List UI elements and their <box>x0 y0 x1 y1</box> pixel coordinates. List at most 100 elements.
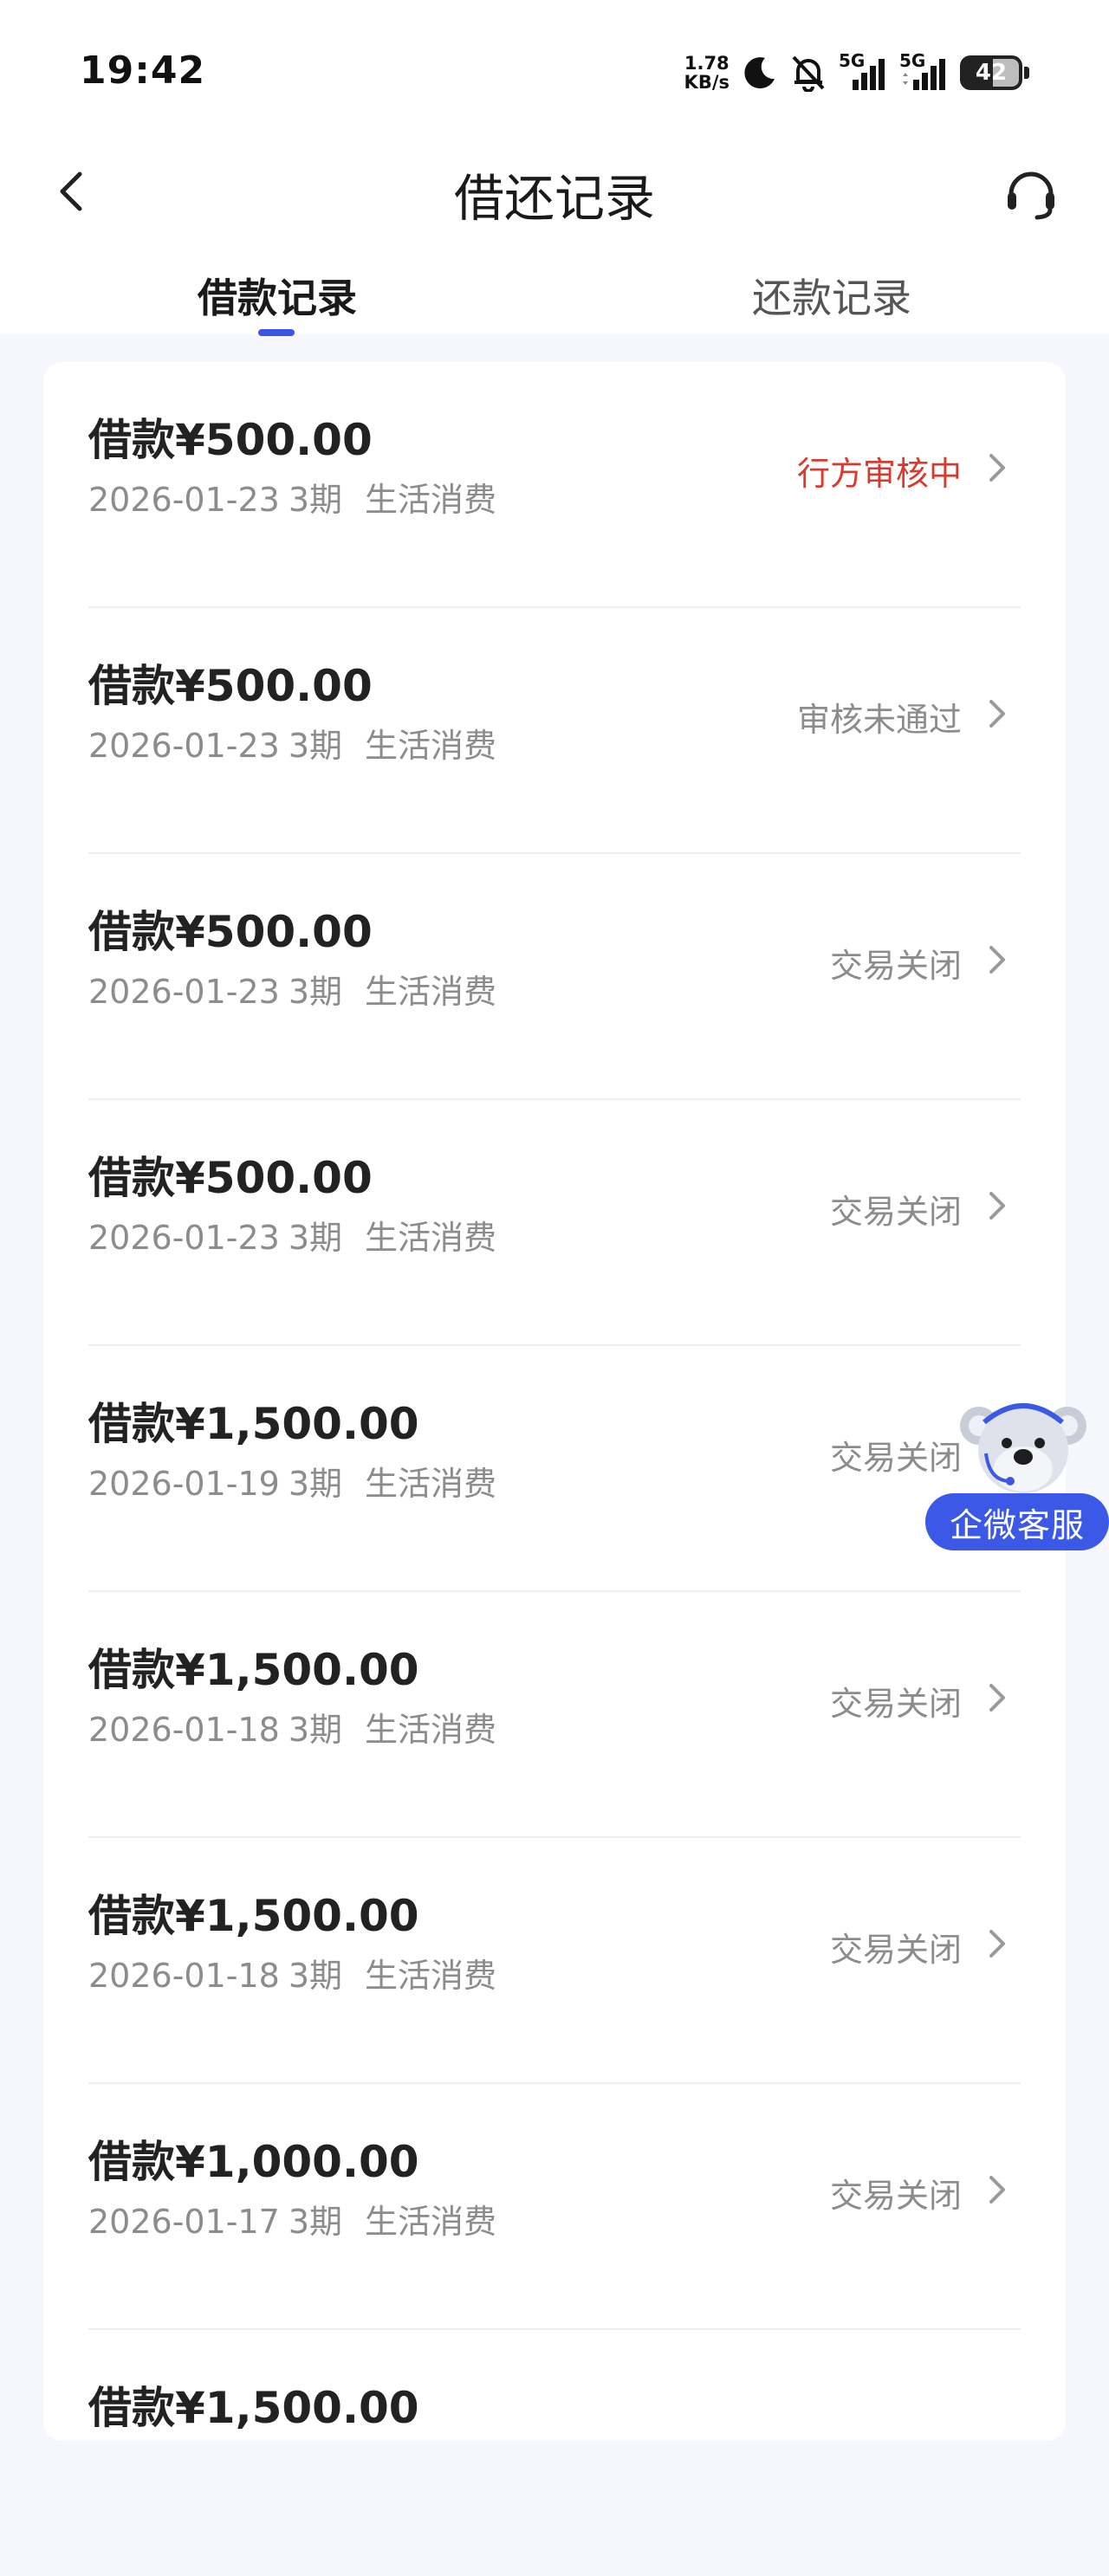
record-purpose: 生活消费 <box>365 973 497 1011</box>
record-prefix: 借款 <box>88 1399 175 1449</box>
record-purpose: 生活消费 <box>365 1465 497 1503</box>
record-item[interactable]: 借款¥500.00 2026-01-23 3期 生活消费 交易关闭 <box>43 854 1066 1100</box>
record-item[interactable]: 借款¥1,500.00 2026-01-18 3期 生活消费 交易关闭 <box>43 1838 1066 2084</box>
tab-repay-records[interactable]: 还款记录 <box>676 267 988 324</box>
record-amount-value: ¥500.00 <box>175 907 373 957</box>
record-purpose: 生活消费 <box>365 1957 497 1995</box>
record-meta: 2026-01-23 3期 生活消费 <box>88 1211 496 1259</box>
record-item[interactable]: 借款¥1,500.00 <box>43 2330 1066 2576</box>
record-date: 2026-01-18 <box>88 1957 280 1995</box>
record-amount: 借款¥500.00 <box>88 1143 373 1206</box>
record-amount-value: ¥500.00 <box>175 1153 373 1203</box>
record-item[interactable]: 借款¥1,500.00 2026-01-18 3期 生活消费 交易关闭 <box>43 1592 1066 1838</box>
record-item[interactable]: 借款¥1,500.00 2026-01-19 3期 生活消费 交易关闭 <box>43 1346 1066 1592</box>
bell-off-icon <box>792 55 825 92</box>
record-term: 3期 <box>288 973 343 1011</box>
record-date: 2026-01-23 <box>88 973 280 1011</box>
record-amount: 借款¥500.00 <box>88 405 373 468</box>
chevron-right-icon <box>984 2171 1010 2209</box>
record-status: 行方审核中 <box>796 455 962 493</box>
record-date: 2026-01-23 <box>88 481 280 519</box>
record-meta: 2026-01-17 3期 生活消费 <box>88 2195 496 2243</box>
signal-1: 5G <box>839 50 887 92</box>
status-icons: 1.78 KB/s 5G 5G 42 <box>684 47 1029 99</box>
record-term: 3期 <box>288 1957 343 1995</box>
record-purpose: 生活消费 <box>365 1219 497 1257</box>
record-amount: 借款¥500.00 <box>88 897 373 960</box>
nav-bar: 借还记录 <box>0 139 1109 243</box>
record-purpose: 生活消费 <box>365 1711 497 1749</box>
headset-icon <box>1008 172 1054 220</box>
record-status: 审核未通过 <box>796 701 962 739</box>
record-status: 交易关闭 <box>829 1193 962 1231</box>
record-status: 交易关闭 <box>829 2177 962 2215</box>
customer-support-button[interactable] <box>996 159 1066 225</box>
record-amount-value: ¥1,500.00 <box>175 1645 419 1695</box>
record-prefix: 借款 <box>88 2383 175 2433</box>
records-list: 借款¥500.00 2026-01-23 3期 生活消费 行方审核中 借款¥500.… <box>43 362 1066 2441</box>
signal-2: 5G <box>899 50 948 92</box>
header-area: 19:42 1.78 KB/s 5G 5G 42 借还记录 借款记录 还款记录 <box>0 0 1109 336</box>
record-amount: 借款¥1,500.00 <box>88 2373 419 2436</box>
record-item[interactable]: 借款¥1,000.00 2026-01-17 3期 生活消费 交易关闭 <box>43 2084 1066 2330</box>
record-date: 2026-01-23 <box>88 727 280 765</box>
record-amount: 借款¥1,000.00 <box>88 2127 419 2190</box>
chevron-right-icon <box>984 1187 1010 1225</box>
record-date: 2026-01-18 <box>88 1711 280 1749</box>
record-meta: 2026-01-18 3期 生活消费 <box>88 1703 496 1751</box>
signal-bars-icon <box>903 59 945 90</box>
status-time: 19:42 <box>80 49 206 93</box>
record-term: 3期 <box>288 2203 343 2241</box>
record-amount: 借款¥1,500.00 <box>88 1881 419 1944</box>
page-title: 借还记录 <box>453 169 655 228</box>
record-item[interactable]: 借款¥500.00 2026-01-23 3期 生活消费 行方审核中 <box>43 362 1066 608</box>
record-term: 3期 <box>288 1219 343 1257</box>
record-meta: 2026-01-23 3期 生活消费 <box>88 473 496 521</box>
network-speed: 1.78 KB/s <box>684 54 730 92</box>
record-meta: 2026-01-18 3期 生活消费 <box>88 1949 496 1997</box>
record-purpose: 生活消费 <box>365 2203 497 2241</box>
chevron-right-icon <box>984 1679 1010 1717</box>
chevron-right-icon <box>984 449 1010 487</box>
record-date: 2026-01-19 <box>88 1465 280 1503</box>
record-prefix: 借款 <box>88 907 175 957</box>
record-prefix: 借款 <box>88 415 175 465</box>
record-term: 3期 <box>288 727 343 765</box>
battery-nub <box>1024 67 1029 79</box>
record-item[interactable]: 借款¥500.00 2026-01-23 3期 生活消费 审核未通过 <box>43 608 1066 854</box>
record-prefix: 借款 <box>88 1153 175 1203</box>
record-prefix: 借款 <box>88 1645 175 1695</box>
battery-icon: 42 <box>960 55 1029 90</box>
record-amount: 借款¥500.00 <box>88 651 373 714</box>
tabs: 借款记录 还款记录 <box>0 260 1109 336</box>
chevron-right-icon <box>984 695 1010 733</box>
record-term: 3期 <box>288 481 343 519</box>
record-date: 2026-01-23 <box>88 1219 280 1257</box>
record-purpose: 生活消费 <box>365 481 497 519</box>
record-term: 3期 <box>288 1711 343 1749</box>
record-status: 交易关闭 <box>829 947 962 985</box>
record-prefix: 借款 <box>88 1891 175 1941</box>
record-amount-value: ¥1,000.00 <box>175 2137 419 2187</box>
koala-mascot-icon <box>960 1403 1086 1493</box>
record-amount-value: ¥1,500.00 <box>175 1399 419 1449</box>
customer-service-label: 企微客服 <box>925 1493 1109 1550</box>
network-speed-unit: KB/s <box>684 72 730 93</box>
record-meta: 2026-01-19 3期 生活消费 <box>88 1457 496 1505</box>
tab-borrow-records[interactable]: 借款记录 <box>121 267 433 324</box>
signal-bars-icon <box>853 59 885 90</box>
battery-level: 42 <box>975 60 1008 86</box>
floating-customer-service[interactable]: 企微客服 <box>924 1396 1109 1552</box>
record-amount-value: ¥500.00 <box>175 415 373 465</box>
record-prefix: 借款 <box>88 2137 175 2187</box>
record-term: 3期 <box>288 1465 343 1503</box>
moon-icon <box>744 57 775 89</box>
record-item[interactable]: 借款¥500.00 2026-01-23 3期 生活消费 交易关闭 <box>43 1100 1066 1346</box>
record-status: 交易关闭 <box>829 1685 962 1723</box>
record-status: 交易关闭 <box>829 1931 962 1969</box>
chevron-right-icon <box>984 1925 1010 1963</box>
record-meta: 2026-01-23 3期 生活消费 <box>88 719 496 767</box>
chevron-right-icon <box>984 941 1010 979</box>
record-date: 2026-01-17 <box>88 2203 280 2241</box>
record-amount-value: ¥1,500.00 <box>175 1891 419 1941</box>
